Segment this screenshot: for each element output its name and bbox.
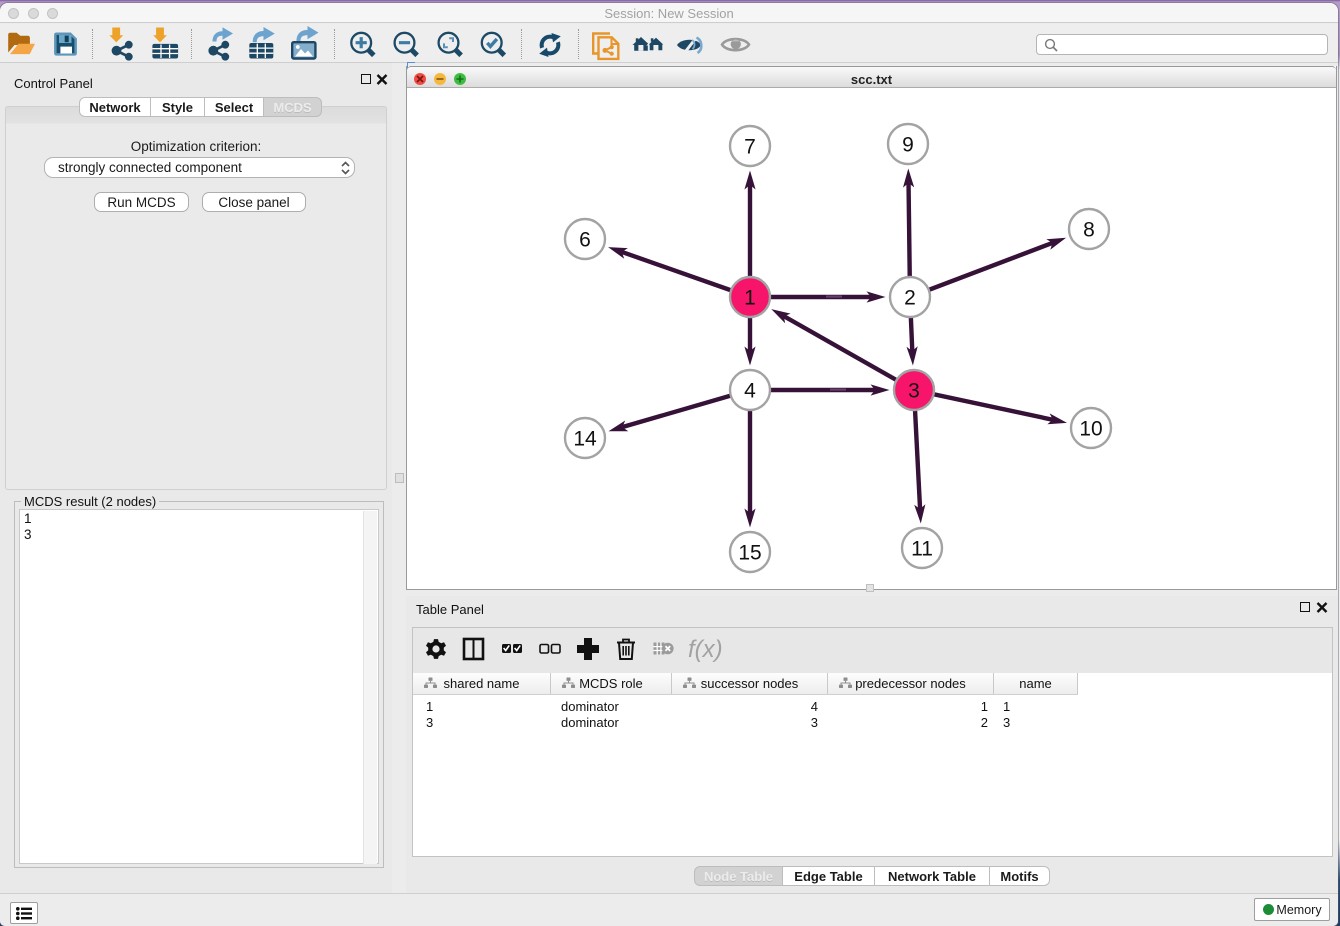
svg-text:9: 9 — [902, 134, 914, 157]
svg-text:10: 10 — [1079, 418, 1102, 441]
svg-text:11: 11 — [911, 538, 933, 561]
svg-text:3: 3 — [908, 380, 920, 403]
svg-text:7: 7 — [744, 136, 756, 159]
svg-text:2: 2 — [904, 287, 916, 310]
svg-text:4: 4 — [744, 380, 756, 403]
svg-text:6: 6 — [579, 229, 591, 252]
svg-text:8: 8 — [1083, 219, 1095, 242]
svg-text:15: 15 — [738, 542, 761, 565]
svg-text:1: 1 — [744, 287, 756, 310]
svg-text:f(x): f(x) — [688, 636, 723, 663]
svg-text:14: 14 — [573, 428, 597, 451]
